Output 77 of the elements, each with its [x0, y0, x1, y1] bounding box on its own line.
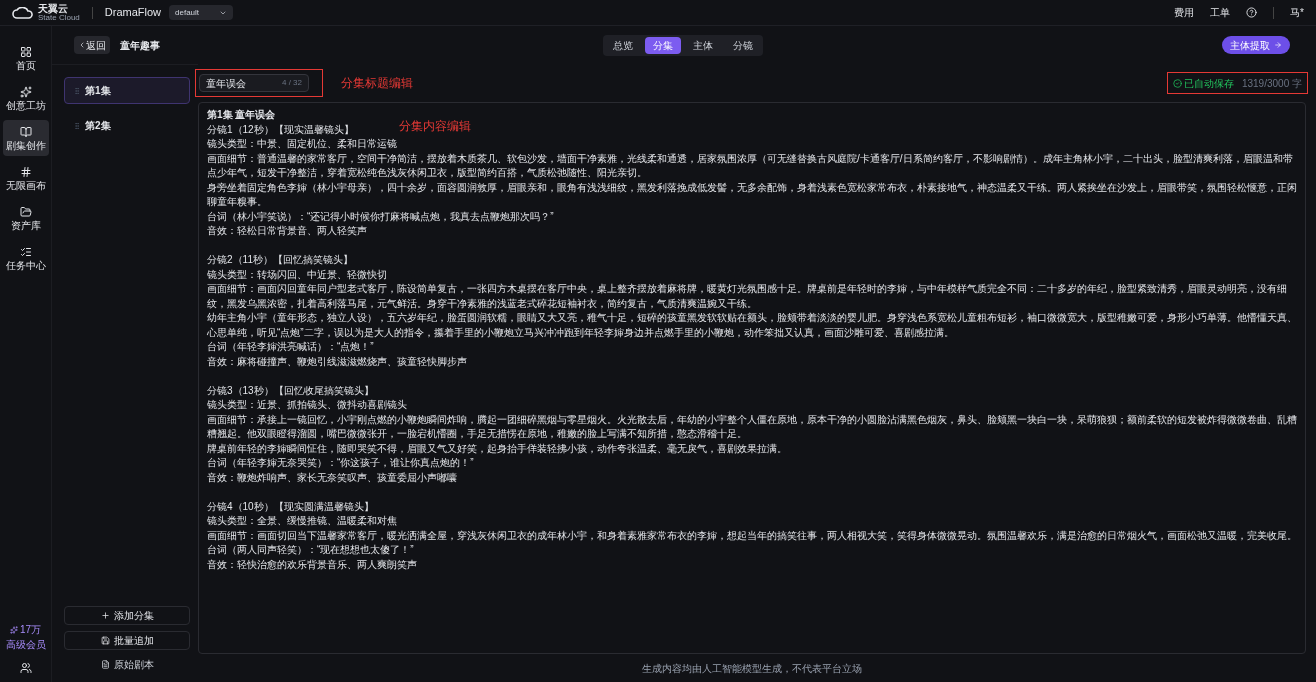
disclaimer-text: 生成内容均由人工智能模型生成，不代表平台立场: [642, 661, 862, 676]
script-line: 画面细节：画面闪回童年同户型老式客厅，陈设简单复古，一张四方木桌摆在客厅中央，桌上整齐摆放着麻将牌，暖黄灯光氛围感十足。牌桌前是年轻时的李婶，与中年模样气质完全不同：二十多岁的年纪，脸型紧致清秀，眉眼灵动明亮，没有细纹，黑发乌黑浓密，扎着高利落马尾，元气鲜活。身穿干净素雅的浅蓝老式碎花短袖衬衣，简约复古，气质清爽温婉又干练。: [207, 282, 1288, 311]
sparkle-icon: [9, 625, 18, 634]
nav-item[interactable]: 资产库: [2, 200, 49, 236]
scene-heading: 分镜1（12秒）【现实温馨镜头】: [207, 122, 354, 137]
episode-action-button[interactable]: 批量追加: [64, 631, 190, 650]
script-line: 画面细节：画面切回当下温馨家常客厅，暖光洒满全屋，穿浅灰休闲卫衣的成年林小宇，和身着素雅家常布衣的李婶，想起当年的搞笑往事，两人相视大笑，笑得身体微微晃动。氛围温馨欢乐，满是治愈的日常烟火气，画面松弛又温暖，完美收尾。: [207, 528, 1297, 543]
checklist-icon: [19, 245, 32, 258]
autosave-status: 已自动保存: [1183, 76, 1234, 91]
tab[interactable]: 分镜: [725, 37, 761, 54]
episode-heading: 第1集 童年误会: [207, 108, 277, 122]
app-name: DramaFlow: [104, 5, 162, 21]
membership-label: 高级会员: [5, 638, 46, 652]
tab[interactable]: 总览: [605, 37, 641, 54]
episode-title-field[interactable]: 童年误会 4 / 32: [199, 74, 309, 92]
original-script-link[interactable]: 原始剧本: [64, 656, 190, 672]
top-link[interactable]: 工单: [1210, 5, 1231, 20]
script-line: 台词（林小宇笑说）：“还记得小时候你打麻将喊点炮，我真去点鞭炮那次吗？”: [207, 209, 555, 224]
save-icon: [100, 636, 110, 645]
logo-subtitle: State Cloud: [38, 13, 80, 22]
annotation-label: 分集标题编辑: [341, 75, 413, 92]
nav-item[interactable]: 首页: [2, 40, 49, 76]
episode-item[interactable]: 第1集: [64, 77, 190, 104]
document-icon: [100, 659, 110, 669]
episode-item[interactable]: 第2集: [64, 112, 190, 139]
script-line: 镜头类型：全景、缓慢推镜、温暖柔和对焦: [207, 514, 398, 528]
content-editor[interactable]: [198, 102, 1306, 654]
extract-button[interactable]: 主体提取: [1222, 36, 1290, 54]
logo-name: 天翼云: [38, 3, 69, 14]
arrow-right-icon: [1274, 41, 1282, 49]
check-circle-icon: [1172, 78, 1182, 88]
project-title: 童年趣事: [120, 38, 160, 53]
cloud-logo-icon: [12, 6, 34, 19]
script-line: 台词（年轻李婶洪亮喊话）：“点炮！”: [207, 340, 375, 354]
word-count: 1319/3000 字: [1241, 76, 1302, 91]
nav-item[interactable]: 任务中心: [2, 240, 49, 276]
grid-icon: [19, 45, 32, 58]
script-line: 台词（年轻李婶无奈哭笑）：“你这孩子，谁让你真点炮的！”: [207, 456, 475, 470]
script-line: 幼年主角小宇（童年形态，独立人设），五六岁年纪，脸蛋圆润软糯，眼睛又大又亮，稚气十足，短碎的孩童黑发软软贴在额头，脸颊带着淡淡的婴儿肥。身穿浅色系宽松儿童粗布短衫，袖口微微宽大，版型稚嫩可爱，身形小巧单薄。他懵懂天真、心思单纯，听见“点炮”二字，误以为是大人的指令，攥着手里的小鞭炮立马兴冲冲跑到年轻李婶身边并点燃手里的小鞭炮，动作笨拙又认真，画面沙雕可爱、喜剧感拉满。: [207, 311, 1297, 340]
script-line: 身旁坐着固定角色李婶（林小宇母亲），四十余岁，面容圆润敦厚，眉眼亲和，眼角有浅浅细纹，黑发利落挽成低发髻，无多余配饰，身着浅素色宽松家常布衣，朴素接地气，神态温柔又干练。两人紧挨坐在沙发上，眉眼带笑，氛围轻松惬意，正闲聊童年糗事。: [207, 180, 1297, 209]
script-line: 台词（两人同声轻笑）：“现在想想也太傻了！”: [207, 543, 415, 557]
character-count: 4 / 32: [282, 77, 302, 89]
users-icon[interactable]: [19, 662, 32, 674]
script-line: 音效：轻松日常背景音、两人轻笑声: [207, 224, 368, 238]
credits-count: 17万: [19, 623, 42, 637]
scene-heading: 分镜3（13秒）【回忆收尾搞笑镜头】: [207, 383, 374, 398]
scene-heading: 分镜2（11秒）【回忆搞笑镜头】: [207, 253, 353, 267]
script-line: 镜头类型：转场闪回、中近景、轻微快切: [207, 267, 388, 282]
back-button[interactable]: 返回: [74, 36, 110, 54]
user-name[interactable]: 马*: [1290, 5, 1304, 20]
workspace-select[interactable]: default: [169, 5, 234, 20]
script-line: 音效：轻快治愈的欢乐背景音乐、两人爽朗笑声: [207, 557, 418, 572]
script-line: 音效：鞭炮炸响声、家长无奈笑叹声、孩童委屈小声嘟囔: [207, 470, 458, 485]
tab[interactable]: 分集: [645, 37, 681, 54]
folder-icon: [19, 205, 32, 218]
chevron-left-icon: [78, 41, 86, 49]
episode-action-button[interactable]: 添加分集: [64, 606, 190, 625]
hash-icon: [19, 165, 32, 178]
nav-item[interactable]: 无限画布: [2, 160, 49, 196]
sparkle-icon: [19, 85, 32, 98]
top-link[interactable]: 费用: [1174, 5, 1195, 20]
annotation-label: 分集内容编辑: [399, 119, 471, 133]
plus-icon: [100, 611, 110, 620]
drag-handle-icon[interactable]: [73, 86, 81, 95]
nav-item[interactable]: 创意工坊: [2, 80, 49, 116]
script-line: 牌桌前年轻的李婶瞬间怔住，随即哭笑不得，眉眼又气又好笑，起身抬手佯装轻拂小孩，动作夸张温柔、毫无戾气，喜剧效果拉满。: [207, 441, 788, 456]
drag-handle-icon[interactable]: [73, 121, 81, 130]
script-line: 画面细节：普通温馨的家常客厅，空间干净简洁，摆放着木质茶几、软包沙发，墙面干净素雅，光线柔和通透，居家氛围浓厚（可无缝替换古风庭院/卡通客厅/日系简约客厅，不影响剧情）。成年主角林小宇，二十出头，脸型清爽利落，眉眼温和带点少年气，短发干净整洁，穿着宽松纯色浅灰休闲卫衣，版型简约百搭，气质松弛随性、阳光亲切。: [207, 151, 1294, 180]
script-line: 画面细节：承接上一镜回忆，小宇刚点燃的小鞭炮瞬间炸响，腾起一团细碎黑烟与零星烟火。火光散去后，年幼的小宇整个人僵在原地，原本干净的小圆脸沾满黑色烟灰，鼻头、脸颊黑一块白一块，呆萌狼狈；额前柔软的短发被炸得微微卷曲、乱糟糟翘起。他双眼瞪得溜圆，嘴巴微微张开，一脸宕机懵圈，手足无措愣在原地，稚嫩的脸上写满不知所措，憨态滑稽十足。: [207, 412, 1297, 441]
help-icon[interactable]: [1246, 7, 1258, 18]
script-line: 镜头类型：中景、固定机位、柔和日常运镜: [207, 137, 398, 151]
scene-heading: 分镜4（10秒）【现实圆满温馨镜头】: [207, 499, 374, 514]
nav-item[interactable]: 剧集创作: [2, 120, 49, 156]
book-icon: [19, 125, 32, 138]
tab[interactable]: 主体: [685, 37, 721, 54]
script-line: 音效：麻将碰撞声、鞭炮引线滋滋燃烧声、孩童轻快脚步声: [207, 354, 468, 369]
script-line: 镜头类型：近景、抓拍镜头、微抖动喜剧镜头: [207, 398, 408, 412]
